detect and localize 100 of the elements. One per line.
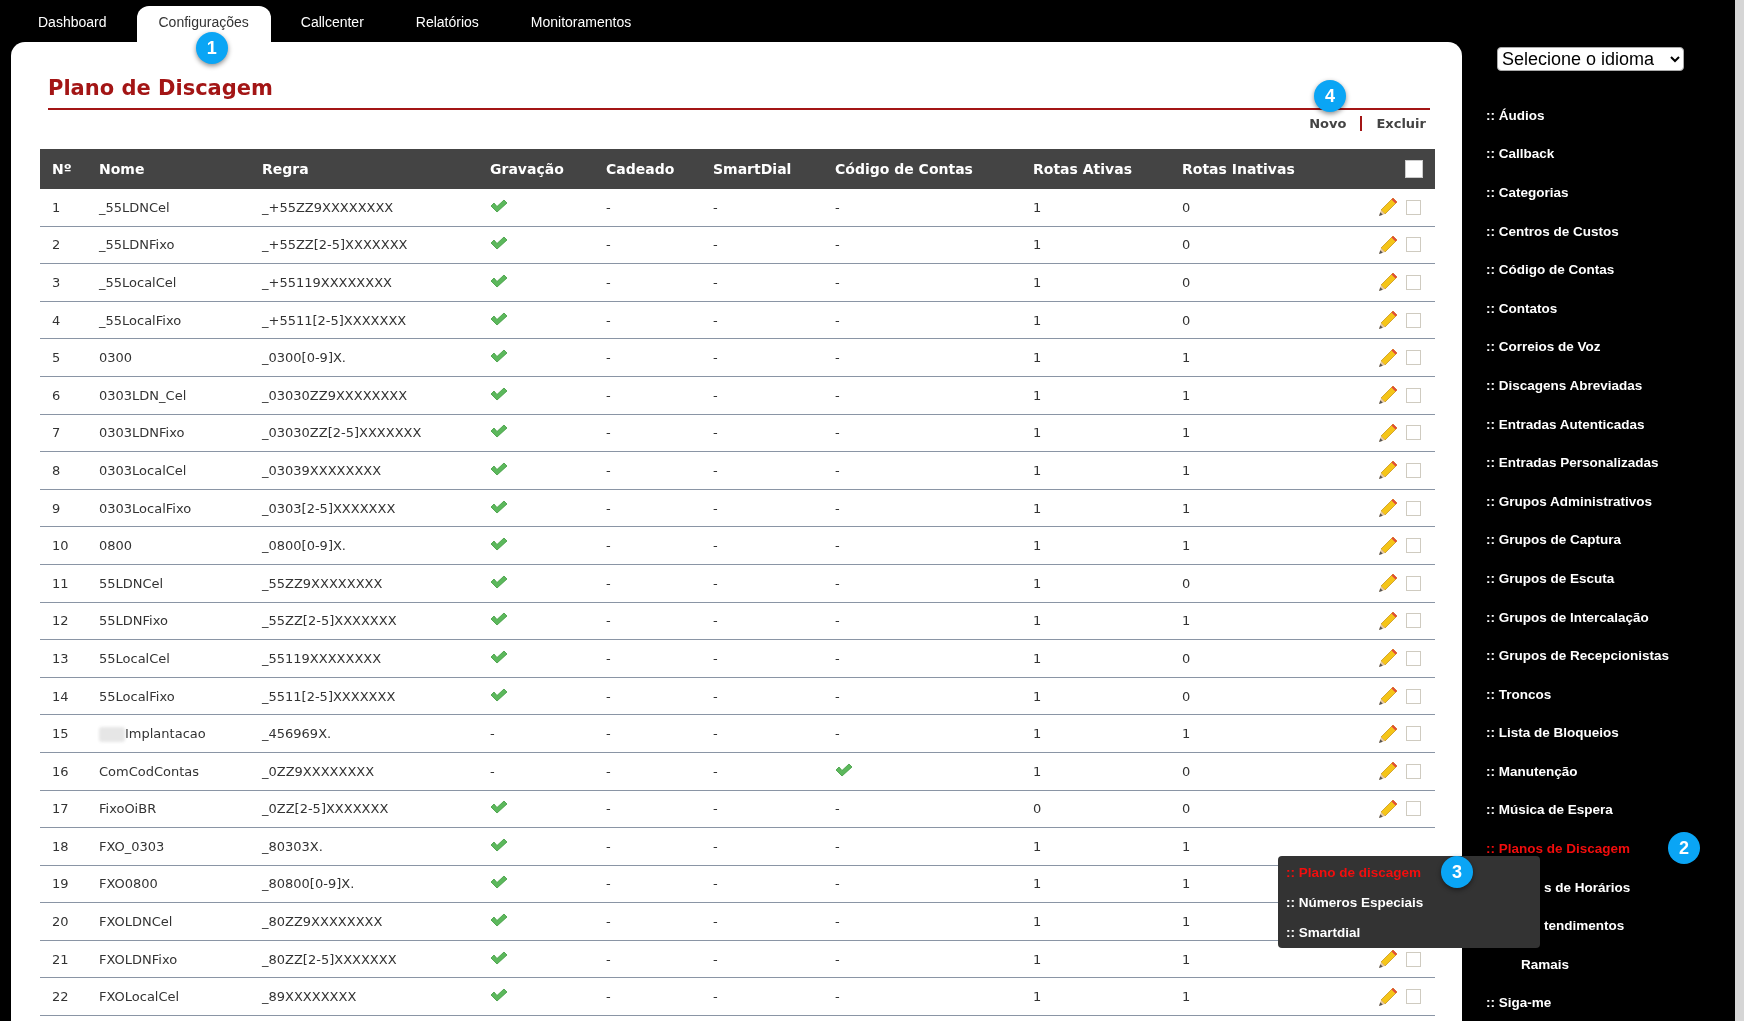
pencil-icon[interactable] [1378,723,1398,744]
pencil-icon[interactable] [1378,610,1398,631]
sidebar-item[interactable]: tendimentos [1544,918,1625,934]
table-cell: 1 [1182,350,1191,366]
pencil-icon[interactable] [1378,460,1398,481]
sidebar-item[interactable]: :: Callback [1486,146,1555,162]
table-cell: - [606,425,611,441]
nav-tab[interactable]: Monitoramentos [508,6,654,42]
table-cell: 0800 [99,538,133,554]
table-cell: 1 [1182,951,1191,967]
row-checkbox[interactable] [1406,199,1421,215]
row-checkbox[interactable] [1406,350,1421,366]
row-checkbox[interactable] [1406,387,1421,403]
table-cell: 1 [1182,989,1191,1005]
sidebar-item[interactable]: :: Grupos Administrativos [1486,493,1652,509]
pencil-icon[interactable] [1378,573,1398,594]
pencil-icon[interactable] [1378,949,1398,970]
sidebar-item[interactable]: :: Música de Espera [1486,802,1613,818]
table-cell: - [606,838,611,854]
table-cell: 3 [52,275,61,290]
sidebar-item[interactable]: :: Discagens Abreviadas [1486,377,1643,393]
pencil-icon[interactable] [1378,197,1398,218]
pencil-icon[interactable] [1378,798,1398,819]
table-cell: 55LDNFixo [99,613,168,629]
scrollbar[interactable] [1735,0,1744,1021]
submenu-item[interactable]: :: Números Especiais [1286,894,1424,910]
table-cell: 0303LocalFixo [99,500,192,516]
row-checkbox[interactable] [1406,500,1421,516]
table-cell: Implantacao [125,725,206,741]
row-checkbox[interactable] [1406,312,1421,328]
select-all-checkbox[interactable] [1405,160,1423,178]
pencil-icon[interactable] [1378,272,1398,293]
pencil-icon[interactable] [1378,535,1398,556]
table-cell: - [835,462,840,478]
table-cell: - [835,538,840,554]
row-checkbox[interactable] [1406,538,1421,554]
sidebar-item[interactable]: :: Categorias [1486,185,1569,200]
table-cell: - [606,462,611,478]
table-cell: _03030ZZ9XXXXXXXX [262,387,408,403]
pencil-icon[interactable] [1378,422,1398,443]
sidebar-item[interactable]: :: Manutenção [1486,763,1578,779]
pencil-icon[interactable] [1378,385,1398,406]
sidebar-item[interactable]: :: Entradas Personalizadas [1486,455,1659,471]
sidebar-item[interactable]: :: Lista de Bloqueios [1486,725,1619,741]
sidebar-item[interactable]: :: Planos de Discagem [1486,841,1631,857]
sidebar-item[interactable]: :: Grupos de Captura [1486,532,1621,548]
action-link[interactable]: Novo [1309,116,1347,131]
row-checkbox[interactable] [1406,726,1421,742]
row-checkbox[interactable] [1406,951,1421,967]
row-checkbox[interactable] [1406,650,1421,666]
pencil-icon[interactable] [1378,761,1398,782]
sidebar-item[interactable]: :: Grupos de Recepcionistas [1486,648,1670,664]
nav-tab[interactable]: Relatórios [393,6,501,42]
sidebar-item[interactable]: :: Contatos [1486,300,1558,316]
table-cell: 0303LDNFixo [99,425,185,441]
row-checkbox[interactable] [1406,575,1421,591]
pencil-icon[interactable] [1378,686,1398,706]
table-cell: 1 [1033,763,1042,779]
sidebar-item[interactable]: s de Horários [1544,879,1631,895]
table-cell: 9 [52,500,61,516]
pencil-icon[interactable] [1378,498,1398,519]
action-link[interactable]: Excluir [1376,116,1426,131]
sidebar-item[interactable]: :: Centros de Custos [1486,223,1619,239]
table-cell: - [606,613,611,629]
language-select[interactable]: Selecione o idioma [1497,47,1684,71]
sidebar-item[interactable]: :: Grupos de Intercalação [1486,609,1649,625]
sidebar-item[interactable]: :: Entradas Autenticadas [1486,416,1645,432]
sidebar-item[interactable]: :: Áudios [1486,107,1545,123]
pencil-icon[interactable] [1378,347,1398,368]
table-cell: _55LocalFixo [99,312,182,328]
table-cell: - [835,688,840,704]
nav-tab[interactable]: Dashboard [16,6,129,42]
pencil-icon[interactable] [1378,310,1398,331]
row-checkbox[interactable] [1406,613,1421,629]
table-cell: _0303[2-5]XXXXXXX [262,500,396,516]
row-checkbox[interactable] [1406,462,1421,478]
table-cell: 0303LDN_Cel [99,387,187,403]
row-checkbox[interactable] [1406,763,1421,779]
pencil-icon[interactable] [1378,234,1398,255]
row-checkbox[interactable] [1406,801,1421,817]
table-cell: 17 [52,801,69,817]
sidebar-item[interactable]: :: Correios de Voz [1486,339,1601,355]
nav-tab[interactable]: Callcenter [278,6,386,42]
sidebar-item[interactable]: :: Código de Contas [1486,262,1615,278]
row-checkbox[interactable] [1406,688,1421,704]
table-cell: 1 [1182,726,1191,742]
submenu-item[interactable]: :: Smartdial [1286,924,1361,940]
table-cell: 1 [1033,876,1042,892]
pencil-icon[interactable] [1378,648,1398,669]
row-checkbox[interactable] [1406,237,1421,253]
row-checkbox[interactable] [1406,989,1421,1005]
row-checkbox[interactable] [1406,425,1421,441]
nav-tab[interactable]: Configurações [136,6,271,42]
sidebar-item[interactable]: :: Grupos de Escuta [1486,570,1615,586]
sidebar-item[interactable]: :: Siga-me [1486,995,1552,1011]
sidebar-item[interactable]: Ramais [1521,956,1570,972]
row-checkbox[interactable] [1406,275,1421,290]
pencil-icon[interactable] [1378,986,1398,1007]
table-cell: 19 [52,876,69,892]
sidebar-item[interactable]: :: Troncos [1486,686,1552,702]
